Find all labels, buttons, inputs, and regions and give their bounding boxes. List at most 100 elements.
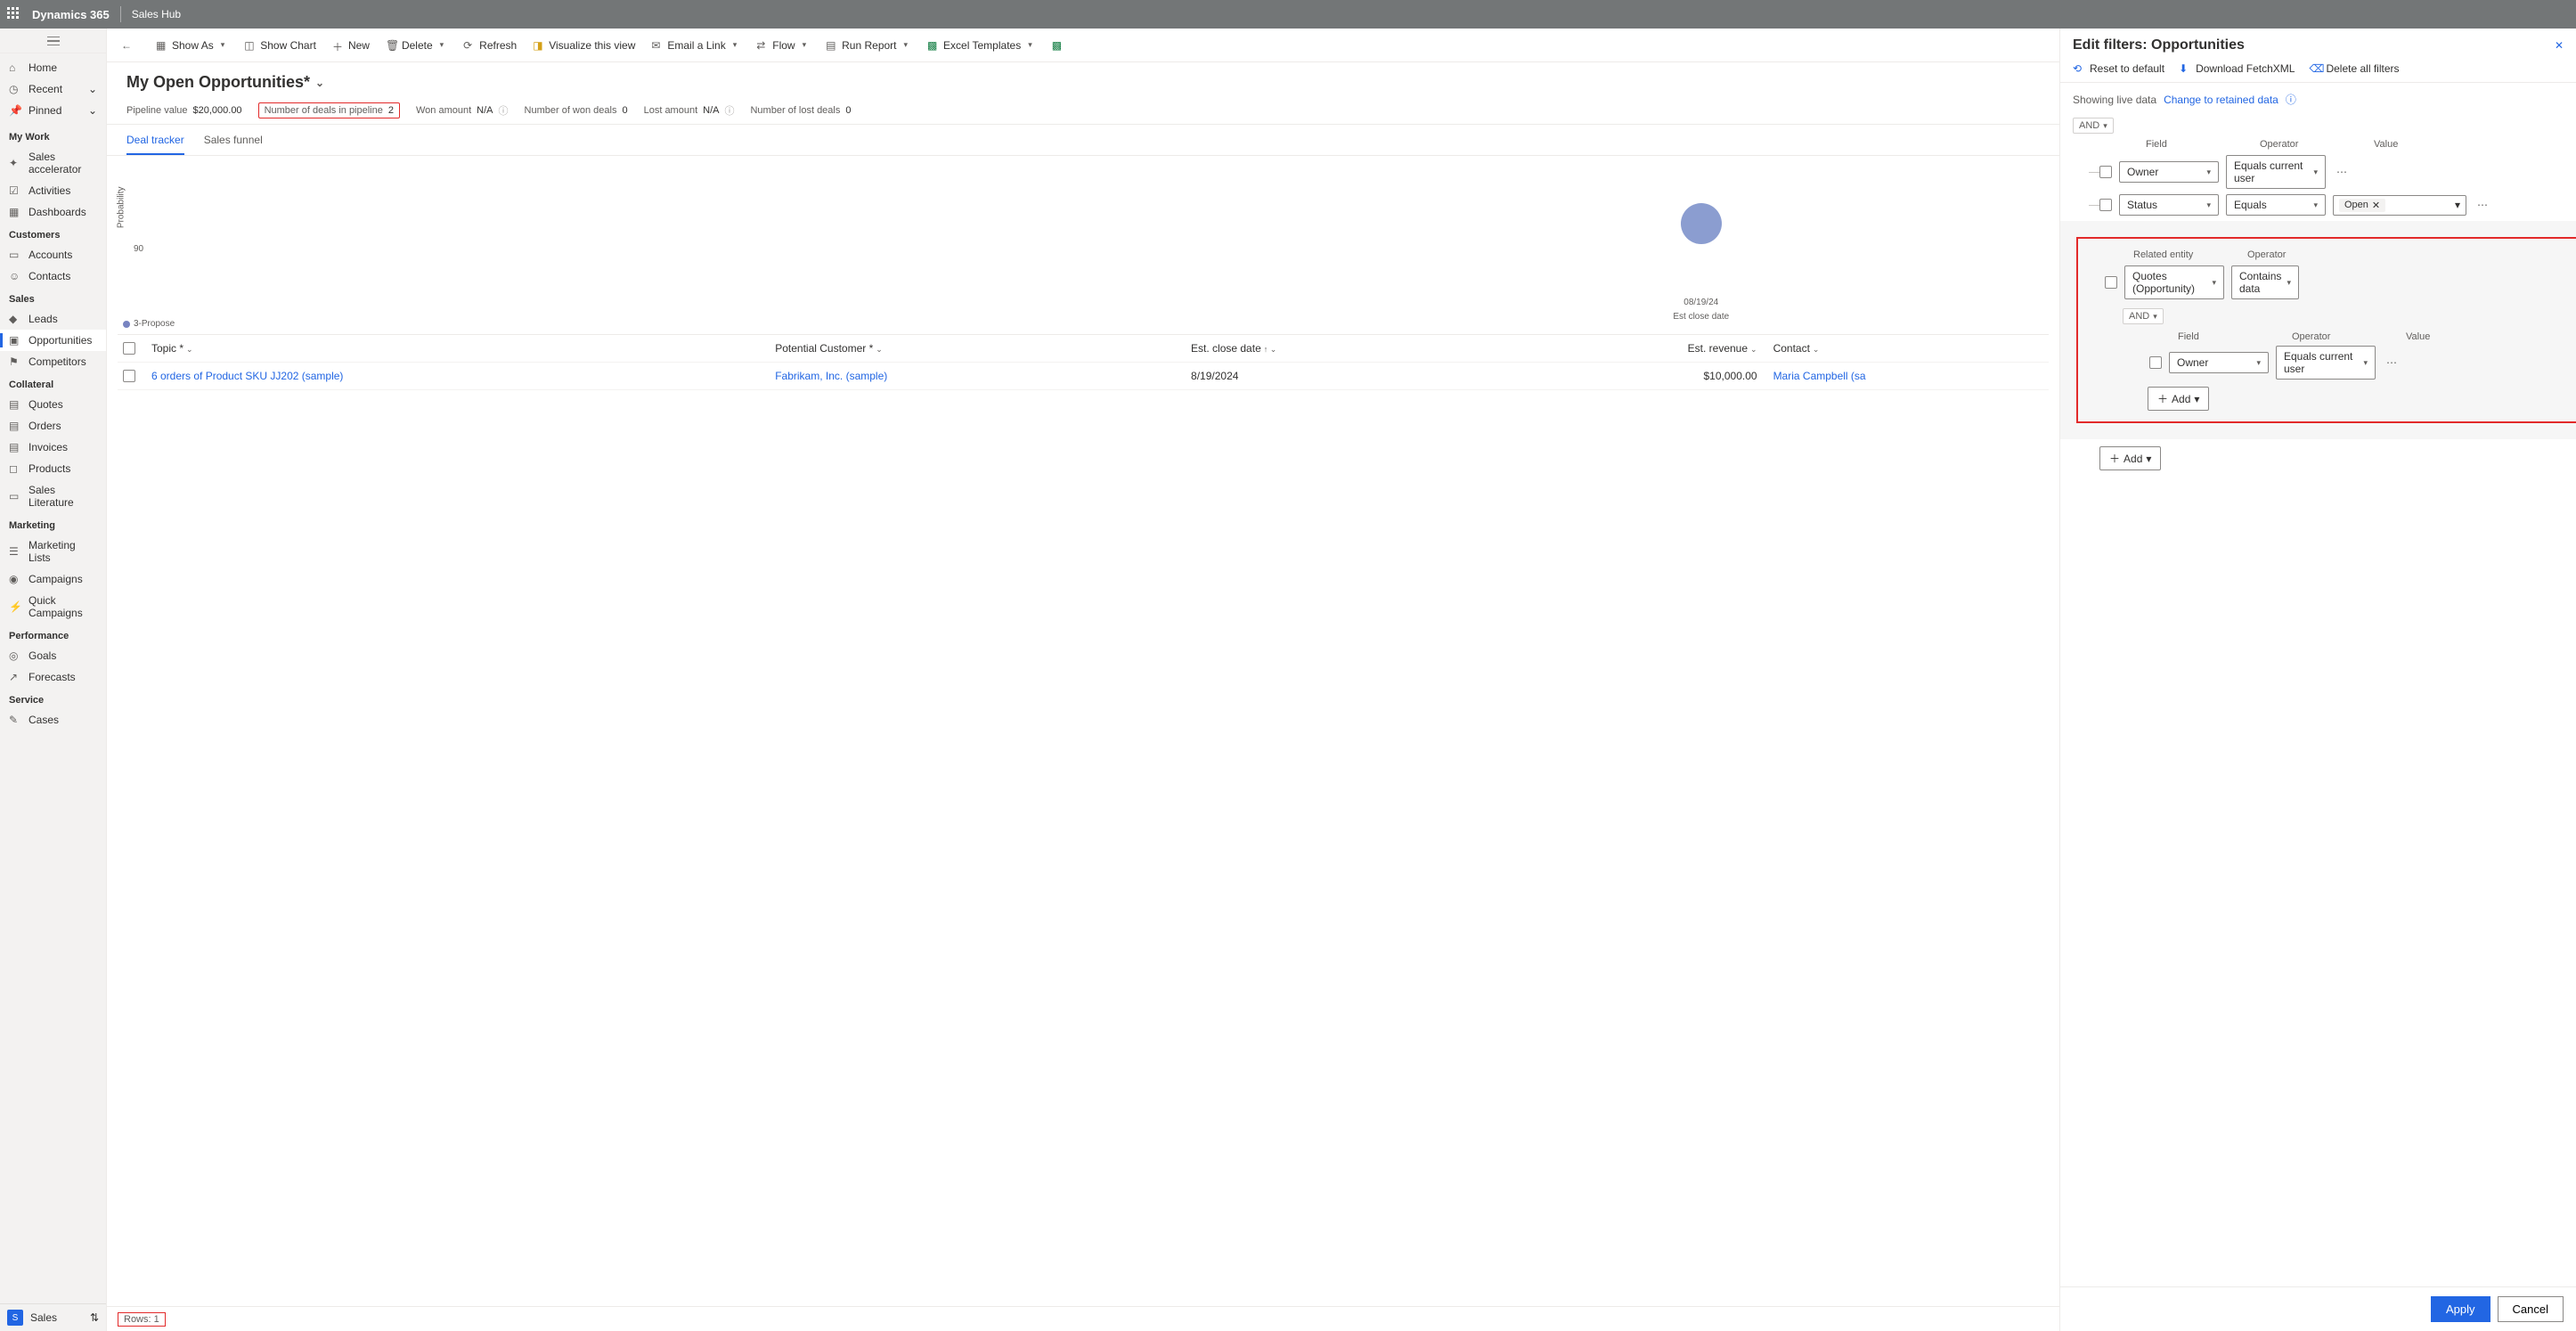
row-checkbox[interactable] [123, 370, 135, 382]
nav-quotes[interactable]: ▤Quotes [0, 394, 106, 415]
nav-pinned[interactable]: 📌Pinned⌄ [0, 100, 106, 121]
nav-activities[interactable]: ☑Activities [0, 180, 106, 201]
related-operator-select[interactable]: Contains data▾ [2231, 265, 2299, 299]
row-more-icon[interactable]: ⋯ [2333, 166, 2351, 178]
nav-dashboards[interactable]: ▦Dashboards [0, 201, 106, 223]
btn-label: Add [2172, 393, 2190, 405]
nav-cases[interactable]: ✎Cases [0, 709, 106, 731]
value-tag[interactable]: Open ✕ [2339, 199, 2385, 212]
tab-deal-tracker[interactable]: Deal tracker [126, 125, 184, 155]
remove-tag-icon[interactable]: ✕ [2372, 200, 2380, 211]
col-est-revenue[interactable]: Est. revenue⌄ [1503, 342, 1773, 355]
nav-goals[interactable]: ◎Goals [0, 645, 106, 666]
nav-invoices[interactable]: ▤Invoices [0, 437, 106, 458]
nav-orders[interactable]: ▤Orders [0, 415, 106, 437]
opportunity-grid: Topic *⌄ Potential Customer *⌄ Est. clos… [118, 334, 2049, 1306]
tab-sales-funnel[interactable]: Sales funnel [204, 125, 263, 155]
value-input[interactable]: Open✕▾ [2333, 195, 2466, 216]
related-entity-container: ⤢ ⋯ Related entity Operator Quote [2060, 221, 2576, 439]
cell-customer[interactable]: Fabrikam, Inc. (sample) [775, 370, 1191, 382]
row-more-icon[interactable]: ⋯ [2474, 199, 2491, 211]
nav-sales-accelerator[interactable]: ✦Sales accelerator [0, 146, 106, 180]
hamburger-icon[interactable] [0, 29, 106, 53]
field-select[interactable]: Owner▾ [2169, 352, 2269, 373]
cmd-show-as[interactable]: ▦Show As▾ [151, 36, 233, 55]
change-retained-link[interactable]: Change to retained data [2164, 94, 2278, 106]
apply-button[interactable]: Apply [2431, 1296, 2490, 1322]
col-customer[interactable]: Potential Customer *⌄ [775, 342, 1191, 355]
cmd-excel-export[interactable]: ▩ [1047, 36, 1070, 55]
info-icon[interactable]: ⓘ [2286, 92, 2296, 107]
row-checkbox[interactable] [2105, 276, 2117, 289]
group-and-chip[interactable]: AND▾ [2073, 118, 2114, 134]
building-icon: ▭ [9, 249, 21, 261]
select-all-checkbox[interactable] [123, 342, 135, 355]
close-icon[interactable]: ✕ [2555, 39, 2564, 52]
chevron-down-icon: ▾ [901, 40, 912, 50]
cmd-show-chart[interactable]: ◫Show Chart [239, 36, 322, 55]
col-close-date[interactable]: Est. close date↑ ⌄ [1191, 342, 1503, 355]
cmd-flow[interactable]: ⇄Flow▾ [751, 36, 815, 55]
operator-select[interactable]: Equals current user▾ [2276, 346, 2376, 380]
table-row[interactable]: 6 orders of Product SKU JJ202 (sample) F… [118, 363, 2049, 390]
cell-contact[interactable]: Maria Campbell (sa [1773, 370, 2043, 382]
nav-campaigns[interactable]: ◉Campaigns [0, 568, 106, 590]
nav-quick-campaigns[interactable]: ⚡Quick Campaigns [0, 590, 106, 624]
nav-recent[interactable]: ◷Recent⌄ [0, 78, 106, 100]
operator-select[interactable]: Equals current user▾ [2226, 155, 2326, 189]
cmd-delete[interactable]: 🗑Delete▾ [380, 36, 452, 55]
nav-accounts[interactable]: ▭Accounts [0, 244, 106, 265]
cell-topic[interactable]: 6 orders of Product SKU JJ202 (sample) [151, 370, 775, 382]
info-icon[interactable]: ⓘ [724, 103, 734, 118]
app-launcher-icon[interactable] [7, 7, 21, 21]
chevron-down-icon: ⌄ [186, 345, 193, 354]
nav-forecasts[interactable]: ↗Forecasts [0, 666, 106, 688]
related-entity-select[interactable]: Quotes (Opportunity)▾ [2124, 265, 2224, 299]
field-select[interactable]: Status▾ [2119, 194, 2219, 216]
nav-home[interactable]: ⌂Home [0, 57, 106, 78]
col-contact[interactable]: Contact⌄ [1773, 342, 2043, 355]
cmd-excel-templates[interactable]: ▩Excel Templates▾ [922, 36, 1041, 55]
nested-and-chip[interactable]: AND▾ [2123, 308, 2164, 324]
row-checkbox[interactable] [2149, 356, 2162, 369]
row-checkbox[interactable] [2099, 199, 2112, 211]
filter-row-status: Status▾ Equals▾ Open ✕ ▾ ⋯ [2099, 194, 2564, 216]
cancel-button[interactable]: Cancel [2498, 1296, 2564, 1322]
nav-marketing-lists[interactable]: ☰Marketing Lists [0, 535, 106, 568]
chevron-down-icon: ▾ [2313, 200, 2318, 210]
view-title[interactable]: My Open Opportunities* ⌄ [126, 73, 2040, 92]
cmd-refresh[interactable]: ⟳Refresh [458, 36, 522, 55]
cmd-visualize[interactable]: ◨Visualize this view [527, 36, 640, 55]
nav-competitors[interactable]: ⚑Competitors [0, 351, 106, 372]
back-button[interactable]: ← [116, 36, 139, 55]
tag-text: Open [2344, 200, 2368, 210]
nav-sales-literature[interactable]: ▭Sales Literature [0, 479, 106, 513]
download-fetchxml[interactable]: ⬇Download FetchXML [2179, 62, 2295, 75]
info-icon[interactable]: ⓘ [499, 103, 509, 118]
competitor-icon: ⚑ [9, 355, 21, 368]
nav-label: Leads [29, 313, 58, 325]
operator-select[interactable]: Equals▾ [2226, 194, 2326, 216]
add-button[interactable]: ＋Add▾ [2099, 446, 2161, 470]
sel-label: Equals current user [2284, 350, 2363, 375]
cmd-new[interactable]: ＋New [327, 36, 375, 55]
nav-contacts[interactable]: ☺Contacts [0, 265, 106, 287]
row-checkbox[interactable] [2099, 166, 2112, 178]
delete-all-filters[interactable]: ⌫Delete all filters [2309, 62, 2399, 75]
section-collateral: Collateral [0, 372, 106, 394]
reset-to-default[interactable]: ⟲Reset to default [2073, 62, 2164, 75]
cmd-run-report[interactable]: ▤Run Report▾ [820, 36, 917, 55]
col-topic[interactable]: Topic *⌄ [151, 342, 775, 355]
nav-products[interactable]: ◻Products [0, 458, 106, 479]
area-switcher[interactable]: S Sales ⇅ [0, 1303, 106, 1331]
cmd-label: Excel Templates [943, 39, 1021, 52]
nav-opportunities[interactable]: ▣Opportunities [0, 330, 106, 351]
cmd-email-link[interactable]: ✉Email a Link▾ [646, 36, 746, 55]
nav-label: Dashboards [29, 206, 86, 218]
chart-data-bubble[interactable] [1681, 203, 1722, 244]
nested-add-button[interactable]: ＋Add▾ [2148, 387, 2209, 411]
nav-leads[interactable]: ◆Leads [0, 308, 106, 330]
field-select[interactable]: Owner▾ [2119, 161, 2219, 183]
metric-label: Number of deals in pipeline [265, 105, 383, 116]
row-more-icon[interactable]: ⋯ [2383, 356, 2401, 369]
